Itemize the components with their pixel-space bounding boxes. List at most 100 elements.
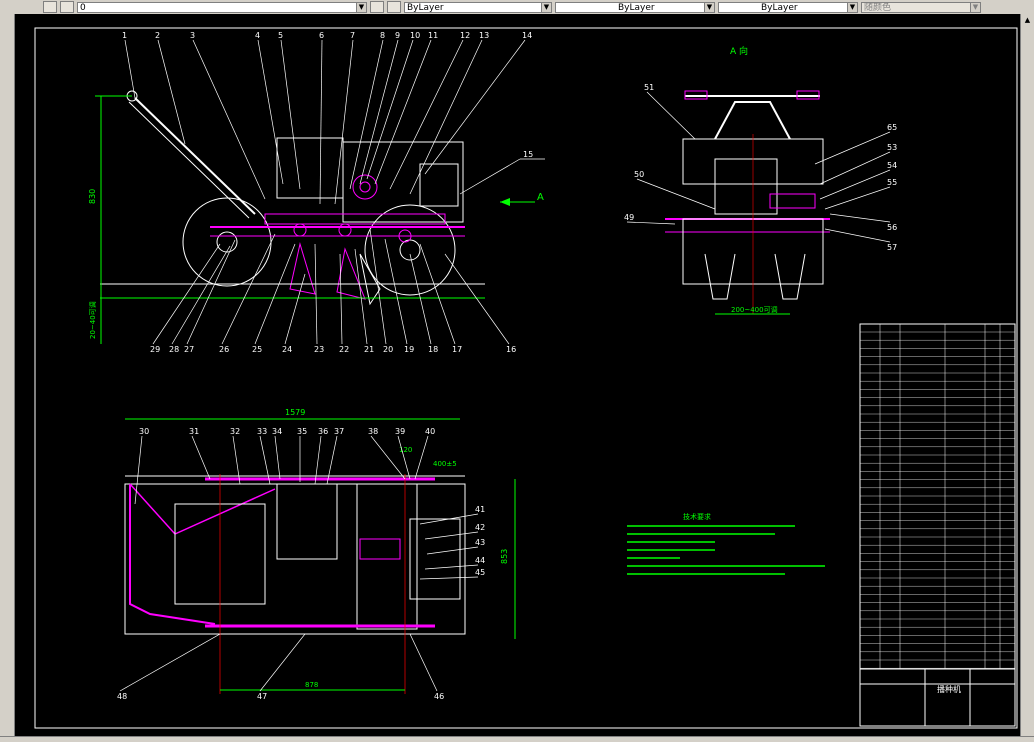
plan-top-callouts: 30 31 32 33 34 35 36 37 38 39 40 [134, 427, 435, 505]
scroll-up-icon[interactable]: ▲ [1023, 16, 1032, 25]
callout-10: 10 [366, 31, 420, 180]
title-block: 播种机 [859, 668, 1016, 727]
title-block-name: 播种机 [937, 684, 961, 694]
svg-text:53: 53 [887, 143, 897, 152]
svg-text:15: 15 [523, 150, 533, 159]
svg-text:65: 65 [887, 123, 897, 132]
svg-text:29: 29 [150, 345, 160, 354]
callout-48: 48 [117, 633, 221, 701]
callout-37: 37 [326, 427, 344, 485]
callout-4: 4 [255, 31, 284, 185]
dim-plan-width: 853 [500, 549, 509, 564]
layer-dropdown[interactable]: 0 ▼ [77, 1, 367, 13]
svg-text:57: 57 [887, 243, 897, 252]
callout-13: 13 [409, 31, 489, 195]
svg-text:26: 26 [219, 345, 229, 354]
svg-text:2: 2 [155, 31, 160, 40]
chevron-down-icon: ▼ [356, 2, 366, 12]
plan-bottom-callouts: 48 47 46 [117, 633, 444, 701]
chevron-down-icon: ▼ [970, 2, 980, 12]
chevron-down-icon: ▼ [847, 2, 857, 12]
svg-text:18: 18 [428, 345, 438, 354]
callout-50: 50 [634, 170, 716, 210]
svg-text:20: 20 [383, 345, 393, 354]
svg-text:31: 31 [189, 427, 199, 436]
callout-20: 20 [369, 228, 393, 354]
callout-6: 6 [319, 31, 324, 205]
properties-toolbar: 0 ▼ ByLayer ▼ ByLayer ▼ ByLayer ▼ 随颜色 ▼ [0, 0, 1034, 15]
end-left-callouts: 51 50 49 [624, 83, 716, 225]
svg-text:32: 32 [230, 427, 240, 436]
callout-19: 19 [384, 238, 414, 354]
dim-end-width: 200~400可调 [731, 305, 778, 314]
side-top-callouts: 1 2 3 4 5 6 7 8 9 10 11 12 13 14 [122, 31, 532, 205]
callout-3: 3 [190, 31, 266, 200]
svg-text:47: 47 [257, 692, 267, 701]
svg-text:40: 40 [425, 427, 435, 436]
svg-text:12: 12 [460, 31, 470, 40]
svg-text:7: 7 [350, 31, 355, 40]
chevron-down-icon: ▼ [704, 2, 714, 12]
callout-45: 45 [419, 568, 485, 580]
callout-53: 53 [819, 143, 897, 185]
plotstyle-dropdown: 随颜色 ▼ [861, 1, 981, 13]
callout-56: 56 [829, 213, 897, 232]
callout-5: 5 [278, 31, 301, 190]
make-current-layer-icon[interactable] [370, 1, 384, 13]
lineweight-dropdown[interactable]: ByLayer ▼ [718, 1, 858, 13]
dim-spacing: 400±5 [433, 460, 457, 468]
color-dropdown[interactable]: ByLayer ▼ [404, 1, 552, 13]
svg-text:30: 30 [139, 427, 149, 436]
svg-text:36: 36 [318, 427, 328, 436]
callout-24: 24 [282, 273, 306, 354]
svg-text:49: 49 [624, 213, 634, 222]
callout-31: 31 [189, 427, 211, 480]
layer-value: 0 [80, 2, 86, 13]
svg-text:41: 41 [475, 505, 485, 514]
vertical-scrollbar[interactable]: ▲ [1020, 14, 1034, 736]
callout-15: 15 [459, 150, 545, 195]
parts-list-table [859, 323, 1016, 727]
callout-29: 29 [150, 243, 221, 354]
end-right-callouts: 65 53 54 55 56 57 [814, 123, 897, 252]
svg-text:13: 13 [479, 31, 489, 40]
end-view: A 向 200~400可调 [665, 45, 830, 315]
svg-text:51: 51 [644, 83, 654, 92]
layer-state-icon[interactable] [60, 1, 74, 13]
svg-text:54: 54 [887, 161, 897, 170]
callout-65: 65 [814, 123, 897, 165]
side-bottom-callouts: 29 28 27 26 25 24 23 22 21 20 19 18 17 16 [150, 228, 516, 354]
svg-text:28: 28 [169, 345, 179, 354]
callout-41: 41 [419, 505, 485, 525]
dim-track: 878 [305, 681, 318, 689]
svg-text:17: 17 [452, 345, 462, 354]
callout-2: 2 [155, 31, 186, 145]
color-value: ByLayer [407, 2, 444, 13]
svg-text:33: 33 [257, 427, 267, 436]
status-strip [0, 736, 1034, 742]
callout-28: 28 [169, 245, 231, 354]
callout-16: 16 [444, 253, 516, 354]
callout-57: 57 [824, 228, 897, 252]
cad-drawing: 830 20~40可调 A 1 2 3 4 5 6 7 8 9 10 11 12 13 14 29 28 27… [34, 27, 1018, 729]
callout-1: 1 [122, 31, 136, 99]
linetype-dropdown[interactable]: ByLayer ▼ [555, 1, 715, 13]
callout-40: 40 [414, 427, 435, 480]
svg-text:8: 8 [380, 31, 385, 40]
callout-47: 47 [257, 633, 306, 701]
svg-text:45: 45 [475, 568, 485, 577]
svg-text:19: 19 [404, 345, 414, 354]
plan-right-callouts: 41 42 43 44 45 [419, 505, 485, 580]
svg-text:3: 3 [190, 31, 195, 40]
svg-text:21: 21 [364, 345, 374, 354]
plan-view: 1579 853 878 120 400±5 [124, 408, 516, 694]
svg-text:4: 4 [255, 31, 260, 40]
drawing-canvas[interactable]: 830 20~40可调 A 1 2 3 4 5 6 7 8 9 10 11 12 13 14 29 28 27… [15, 14, 1020, 736]
layer-previous-icon[interactable] [387, 1, 401, 13]
svg-text:16: 16 [506, 345, 516, 354]
svg-text:38: 38 [368, 427, 378, 436]
callout-17: 17 [419, 243, 462, 354]
svg-text:34: 34 [272, 427, 282, 436]
callout-18: 18 [409, 253, 438, 354]
layer-manager-icon[interactable] [43, 1, 57, 13]
